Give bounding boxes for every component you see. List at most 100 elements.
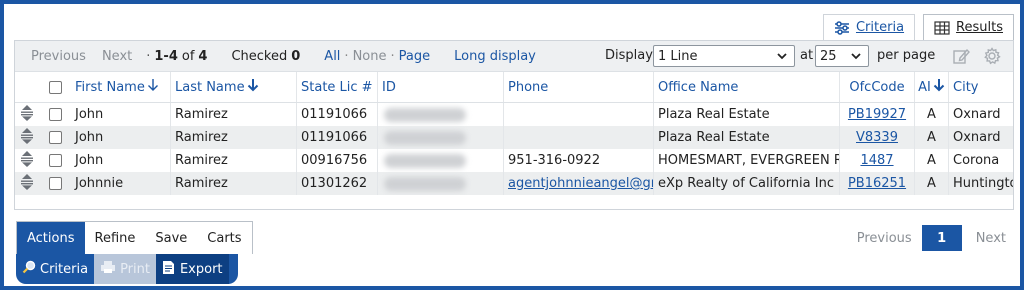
column-header-last-name[interactable]: Last Name bbox=[171, 72, 297, 102]
tab-carts[interactable]: Carts bbox=[197, 222, 251, 254]
print-button-label: Print bbox=[120, 261, 150, 277]
pager-previous[interactable]: Previous bbox=[857, 231, 912, 246]
column-header-ai[interactable]: AI bbox=[915, 72, 949, 102]
table-header-row: First Name Last Name State Lic # ID Phon… bbox=[15, 72, 1013, 103]
row-checkbox[interactable] bbox=[48, 131, 62, 144]
column-header-id[interactable]: ID bbox=[378, 72, 504, 102]
cell-ai: A bbox=[915, 172, 949, 195]
drag-handle-icon[interactable] bbox=[20, 127, 34, 149]
tab-save[interactable]: Save bbox=[145, 222, 197, 254]
cell-phone bbox=[504, 103, 654, 126]
cell-office-name: Plaza Real Estate bbox=[654, 103, 840, 126]
ofc-code-link[interactable]: 1487 bbox=[860, 153, 893, 168]
cell-id bbox=[378, 103, 504, 126]
table-row[interactable]: John Ramirez 01191066 Plaza Real Estate PB19… bbox=[15, 103, 1013, 126]
criteria-button-label: Criteria bbox=[40, 261, 89, 277]
drag-header bbox=[15, 72, 39, 102]
row-checkbox-cell bbox=[39, 149, 71, 172]
action-tabs: Actions Refine Save Carts bbox=[16, 221, 253, 254]
cell-ai: A bbox=[915, 103, 949, 126]
pager-page-current[interactable]: 1 bbox=[921, 225, 962, 251]
cell-office-name: Plaza Real Estate bbox=[654, 126, 840, 149]
prev-link[interactable]: Previous bbox=[31, 49, 86, 64]
select-all-link[interactable]: All bbox=[324, 49, 340, 64]
row-checkbox[interactable] bbox=[48, 108, 62, 121]
select-all-checkbox[interactable] bbox=[48, 80, 62, 94]
cell-phone bbox=[504, 126, 654, 149]
long-display-link[interactable]: Long display bbox=[454, 49, 536, 64]
per-page-select[interactable]: 25 bbox=[815, 45, 869, 67]
column-header-phone[interactable]: Phone bbox=[504, 72, 654, 102]
cell-state-lic: 01191066 bbox=[297, 103, 378, 126]
column-header-label: ID bbox=[382, 79, 396, 95]
column-header-ofc-code[interactable]: OfcCode bbox=[840, 72, 915, 102]
cell-first-name: John bbox=[71, 126, 171, 149]
view-tabs: Criteria Results bbox=[822, 14, 1014, 40]
tab-criteria-label: Criteria bbox=[855, 20, 905, 35]
tab-criteria[interactable]: Criteria bbox=[822, 14, 916, 40]
drag-handle-cell bbox=[15, 103, 39, 126]
column-header-office-name[interactable]: Office Name bbox=[654, 72, 840, 102]
table-row[interactable]: Johnnie Ramirez 01301262 agentjohnnieangel@… bbox=[15, 172, 1013, 195]
row-checkbox-cell bbox=[39, 126, 71, 149]
tab-refine[interactable]: Refine bbox=[85, 222, 146, 254]
cell-ofc-code: PB19927 bbox=[840, 103, 915, 126]
gear-icon[interactable] bbox=[983, 47, 1001, 69]
pager: Previous 1 Next bbox=[857, 225, 1014, 251]
tab-results[interactable]: Results bbox=[923, 14, 1014, 40]
next-link[interactable]: Next bbox=[102, 49, 132, 64]
column-header-label: City bbox=[953, 79, 979, 95]
export-button[interactable]: Export bbox=[155, 254, 229, 284]
table-row[interactable]: John Ramirez 00916756 951-316-0922 HOMESMART… bbox=[15, 149, 1013, 172]
table-icon bbox=[934, 20, 950, 35]
email-link[interactable]: agentjohnnieangel@gmail.com bbox=[508, 176, 653, 191]
select-page-link[interactable]: Page bbox=[399, 49, 430, 64]
cell-office-name: HOMESMART, EVERGREEN REALT bbox=[654, 149, 840, 172]
drag-handle-icon[interactable] bbox=[20, 173, 34, 195]
export-document-icon bbox=[162, 260, 176, 279]
cell-state-lic: 01191066 bbox=[297, 126, 378, 149]
drag-handle-icon[interactable] bbox=[20, 104, 34, 126]
row-checkbox[interactable] bbox=[48, 177, 62, 190]
cell-first-name: John bbox=[71, 149, 171, 172]
tab-actions[interactable]: Actions bbox=[17, 222, 85, 254]
select-none-link[interactable]: None bbox=[353, 49, 387, 64]
cell-ai: A bbox=[915, 126, 949, 149]
display-select[interactable]: 1 Line bbox=[653, 45, 795, 67]
column-header-state-lic[interactable]: State Lic # bbox=[297, 72, 378, 102]
criteria-button[interactable]: Criteria bbox=[16, 254, 94, 284]
cell-city: Corona bbox=[953, 153, 1000, 168]
cell-id bbox=[378, 172, 504, 195]
ofc-code-link[interactable]: PB19927 bbox=[848, 107, 906, 122]
cell-first-name: John bbox=[71, 103, 171, 126]
column-header-first-name[interactable]: First Name bbox=[71, 72, 171, 102]
cell-last-name: Ramirez bbox=[171, 103, 297, 126]
edit-icon[interactable] bbox=[952, 47, 970, 69]
action-bar: Criteria Print Export bbox=[16, 254, 238, 284]
display-label: Display bbox=[605, 48, 653, 63]
print-button[interactable]: Print bbox=[94, 254, 156, 284]
phone-value: 951-316-0922 bbox=[508, 153, 601, 168]
column-header-label: AI bbox=[918, 79, 931, 95]
ofc-code-link[interactable]: V8339 bbox=[856, 130, 898, 145]
row-checkbox[interactable] bbox=[48, 154, 62, 167]
pager-next[interactable]: Next bbox=[976, 231, 1006, 246]
table-row[interactable]: John Ramirez 01191066 Plaza Real Estate V833… bbox=[15, 126, 1013, 149]
cell-last-name: Ramirez bbox=[171, 149, 297, 172]
result-range: 1-4 bbox=[154, 48, 178, 64]
cell-last-name: Ramirez bbox=[171, 172, 297, 195]
drag-handle-icon[interactable] bbox=[20, 150, 34, 172]
column-header-city[interactable]: City bbox=[949, 72, 1013, 102]
results-panel: Previous Next · 1-4 of 4 Checked 0 All ·… bbox=[14, 40, 1014, 210]
sort-down-arrow-icon bbox=[147, 78, 159, 96]
cell-phone: agentjohnnieangel@gmail.com bbox=[504, 172, 654, 195]
results-table: First Name Last Name State Lic # ID Phon… bbox=[15, 72, 1013, 195]
cell-first-name: Johnnie bbox=[71, 172, 171, 195]
ofc-code-link[interactable]: PB16251 bbox=[848, 176, 906, 191]
column-header-label: Office Name bbox=[658, 79, 739, 95]
column-header-label: Last Name bbox=[175, 79, 245, 95]
cell-city: Huntington bbox=[953, 176, 1013, 191]
per-page-label: per page bbox=[877, 48, 936, 63]
chevron-down-icon bbox=[776, 50, 788, 66]
separator-dot: · bbox=[146, 48, 151, 64]
